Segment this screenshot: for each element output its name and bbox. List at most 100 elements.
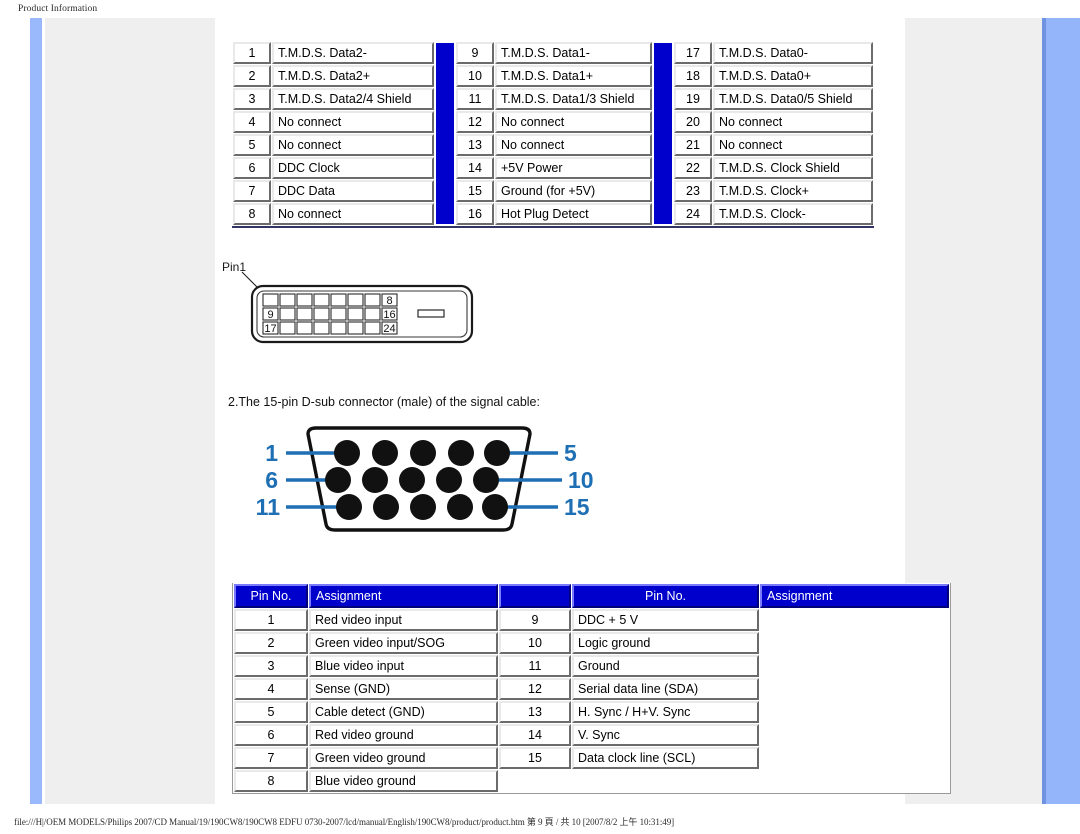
pin-number-cell: 2 [234,632,308,654]
pin-assignment-cell: T.M.D.S. Data0/5 Shield [713,88,873,110]
pin-number-cell: 17 [674,42,712,64]
page-frame: 1 T.M.D.S. Data2- 9 T.M.D.S. Data1- 17 T… [0,18,1080,804]
pin-assignment-cell: No connect [272,203,434,225]
pin-assignment-cell: T.M.D.S. Data0+ [713,65,873,87]
pin-number-cell: 9 [499,609,571,631]
column-header-assignment: Assignment [309,584,498,608]
pin-assignment-cell: Serial data line (SDA) [572,678,759,700]
print-header-title: Product Information [18,4,98,14]
pin-assignment-cell: Sense (GND) [309,678,498,700]
pin-number-cell: 4 [233,111,271,133]
pin-assignment-cell: T.M.D.S. Data1/3 Shield [495,88,652,110]
pin-assignment-cell: Logic ground [572,632,759,654]
pin-number-cell: 7 [233,180,271,202]
pin-number-cell: 6 [234,724,308,746]
table-row: 8 Blue video ground [234,770,949,792]
pin-number-cell: 8 [234,770,308,792]
pin-number-cell: 21 [674,134,712,156]
svg-text:6: 6 [265,467,278,493]
table-row: 6 DDC Clock 14 +5V Power 22 T.M.D.S. Clo… [233,157,873,179]
pin-assignment-cell: T.M.D.S. Data2/4 Shield [272,88,434,110]
table-header-row: Pin No. Assignment Pin No. Assignment [234,584,949,608]
left-accent-bar [30,18,42,804]
pin-assignment-cell: Ground (for +5V) [495,180,652,202]
pin-assignment-cell: Green video ground [309,747,498,769]
column-header-pin-no: Pin No. [572,584,759,608]
pin-number-cell: 8 [233,203,271,225]
pin-assignment-cell: T.M.D.S. Clock Shield [713,157,873,179]
pin-number-cell: 6 [233,157,271,179]
pin-assignment-cell: No connect [713,111,873,133]
pin-number-cell: 23 [674,180,712,202]
pin-number-cell: 22 [674,157,712,179]
pin-number-cell: 2 [233,65,271,87]
right-accent-bar [1046,18,1080,804]
pin-number-cell: 3 [233,88,271,110]
pin-assignment-cell: Blue video ground [309,770,498,792]
pin-number-cell: 20 [674,111,712,133]
pin-number-cell: 7 [234,747,308,769]
pin-number-cell: 15 [456,180,494,202]
print-footer-path: file:///H|/OEM MODELS/Philips 2007/CD Ma… [14,817,675,827]
pin-assignment-cell: No connect [495,111,652,133]
column-header-assignment: Assignment [760,584,949,608]
pin-assignment-cell: T.M.D.S. Clock+ [713,180,873,202]
table-row: 8 No connect 16 Hot Plug Detect 24 T.M.D… [233,203,873,225]
pin-assignment-cell: T.M.D.S. Clock- [713,203,873,225]
dsub-section-caption: 2.The 15-pin D-sub connector (male) of t… [228,395,540,409]
pin-assignment-cell: V. Sync [572,724,759,746]
svg-text:16: 16 [383,309,395,321]
table-row: 5 No connect 13 No connect 21 No connect [233,134,873,156]
svg-text:15: 15 [564,494,590,520]
pin-assignment-cell: DDC Clock [272,157,434,179]
table-row: 4 No connect 12 No connect 20 No connect [233,111,873,133]
pin-assignment-cell: Data clock line (SCL) [572,747,759,769]
pin-assignment-cell: +5V Power [495,157,652,179]
svg-text:8: 8 [386,295,392,307]
pin-number-cell: 10 [456,65,494,87]
dsub-pin-table: Pin No. Assignment Pin No. Assignment 1 … [232,583,951,794]
empty-cell [499,770,571,792]
table-row: 4 Sense (GND) 12 Serial data line (SDA) [234,678,949,700]
pin-number-cell: 15 [499,747,571,769]
svg-text:1: 1 [265,440,278,466]
dvi-pin-table-grid: 1 T.M.D.S. Data2- 9 T.M.D.S. Data1- 17 T… [232,41,874,226]
table-row: 1 Red video input 9 DDC + 5 V [234,609,949,631]
pin-number-cell: 13 [456,134,494,156]
table-row: 7 DDC Data 15 Ground (for +5V) 23 T.M.D.… [233,180,873,202]
pin-assignment-cell: Hot Plug Detect [495,203,652,225]
dsub-connector-diagram: 1 6 11 5 10 15 [250,420,610,545]
pin-number-cell: 3 [234,655,308,677]
pin-assignment-cell: T.M.D.S. Data1+ [495,65,652,87]
dvi-connector-svg: 8 9 16 17 24 [241,271,474,344]
dvi-pin1-label: Pin1 [222,260,247,274]
pin-number-cell: 9 [456,42,494,64]
pin-number-cell: 13 [499,701,571,723]
table-row: 6 Red video ground 14 V. Sync [234,724,949,746]
dvi-connector-diagram: Pin1 8 9 16 17 24 [222,258,492,363]
pin-number-cell: 5 [233,134,271,156]
svg-text:5: 5 [564,440,577,466]
pin-assignment-cell: No connect [713,134,873,156]
pin-number-cell: 11 [499,655,571,677]
pin-number-cell: 12 [456,111,494,133]
pin-assignment-cell: Red video ground [309,724,498,746]
pin-assignment-cell: Green video input/SOG [309,632,498,654]
column-header-pin-no: Pin No. [234,584,308,608]
pin-number-cell: 19 [674,88,712,110]
svg-text:9: 9 [267,309,273,321]
empty-cell [572,770,759,792]
table-row: 1 T.M.D.S. Data2- 9 T.M.D.S. Data1- 17 T… [233,42,873,225]
pin-number-cell: 1 [233,42,271,64]
dvi-pin-table: 1 T.M.D.S. Data2- 9 T.M.D.S. Data1- 17 T… [232,41,874,228]
pin-assignment-cell: Ground [572,655,759,677]
pin-assignment-cell: T.M.D.S. Data1- [495,42,652,64]
pin-assignment-cell: H. Sync / H+V. Sync [572,701,759,723]
pin-assignment-cell: No connect [272,134,434,156]
column-separator-blue [435,42,455,225]
svg-text:11: 11 [256,494,281,520]
table-row: 2 Green video input/SOG 10 Logic ground [234,632,949,654]
table-row: 2 T.M.D.S. Data2+ 10 T.M.D.S. Data1+ 18 … [233,65,873,87]
pin-assignment-cell: T.M.D.S. Data0- [713,42,873,64]
pin-number-cell: 4 [234,678,308,700]
